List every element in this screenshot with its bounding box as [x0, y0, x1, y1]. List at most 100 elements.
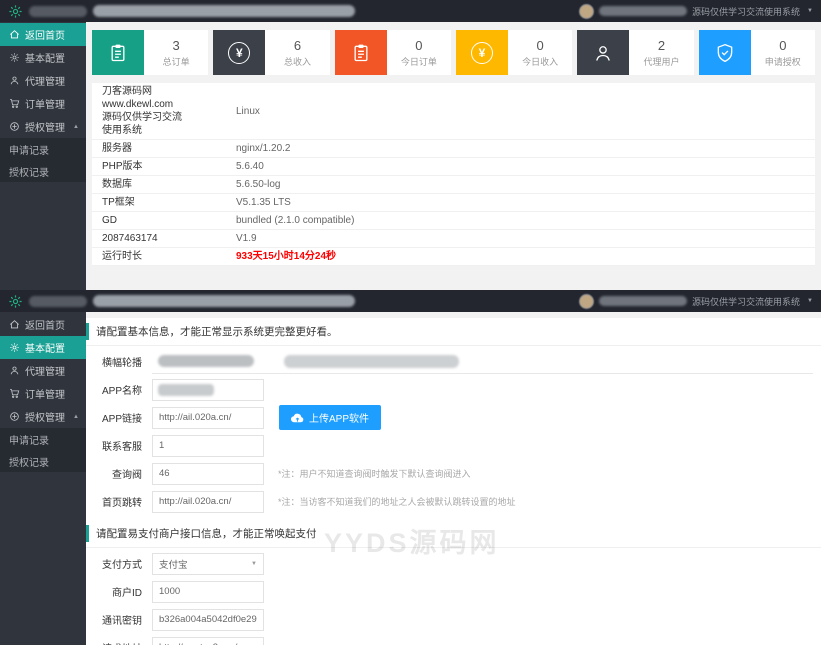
redacted-brand-text [29, 5, 87, 17]
sidebar-item-orders[interactable]: 订单管理 [0, 382, 86, 405]
home-jump-label: 首页跳转 [102, 498, 142, 509]
cart-icon [10, 99, 20, 108]
user-suffix-label: 源码仅供学习交流使用系统 [692, 296, 801, 307]
circle-auth-icon [10, 122, 19, 131]
sidebar-item-basic-config[interactable]: 基本配置 [0, 46, 86, 69]
form-row-home-jump: 首页跳转 *注：当访客不知道我们的地址之人会被默认跳转设置的地址 [86, 489, 821, 514]
info-value: 5.6.50-log [236, 179, 281, 190]
form-row-merchant: 商户ID [86, 579, 821, 604]
sidebar-item-agents[interactable]: 代理管理 [0, 69, 86, 92]
settings-panel: 请配置基本信息，才能正常显示系统更完整更好看。 横幅轮播 APP名称 APP链接… [86, 318, 821, 645]
pay-method-label: 支付方式 [102, 560, 142, 571]
table-row: 运行时长 933天15小时14分24秒 [92, 248, 815, 266]
table-row: GD bundled (2.1.0 compatible) [92, 212, 815, 230]
redacted-site-title [93, 295, 355, 307]
sidebar-item-agents[interactable]: 代理管理 [0, 359, 86, 382]
form-row-query: 查询阀 *注：用户不知道查询阀时触发下默认查询阀进入 [86, 461, 821, 486]
redacted-banner-value [284, 354, 459, 368]
stat-card-apply-auth: 0 申请授权 [698, 30, 815, 75]
circle-auth-icon [10, 412, 19, 421]
dashboard-layout: 返回首页 基本配置 代理管理 订单管理 授权管理 ▲ 申请记录 授权记录 3 总… [0, 22, 821, 290]
dashboard-screenshot: 源码仅供学习交流使用系统 ▼ 返回首页 基本配置 代理管理 订单管理 授权管理 … [0, 0, 821, 290]
sidebar-subitem-auth-records[interactable]: 授权记录 [0, 450, 86, 472]
stat-label: 代理用户 [643, 56, 680, 67]
pay-method-value: 支付宝 [159, 559, 188, 571]
contact-label: 联系客服 [102, 442, 142, 453]
merchant-input[interactable] [152, 580, 264, 603]
sidebar-item-authorization[interactable]: 授权管理 ▲ [0, 115, 86, 138]
form-row-pay-method: 支付方式 支付宝 ▼ [86, 551, 821, 576]
table-row: TP框架 V5.1.35 LTS [92, 194, 815, 212]
logo-gear-icon [9, 4, 22, 18]
stat-card-agent-users: 2 代理用户 [577, 30, 694, 75]
page-root: 源码仅供学习交流使用系统 ▼ 返回首页 基本配置 代理管理 订单管理 授权管理 … [0, 0, 821, 645]
stat-card-today-orders: 0 今日订单 [334, 30, 451, 75]
comm-key-input[interactable] [152, 608, 264, 631]
stat-label: 今日订单 [400, 56, 437, 67]
system-info-table: 刀客源码网 www.dkewl.com 源码仅供学习交流 使用系统 Linux … [92, 83, 815, 266]
chevron-down-icon: ▼ [807, 8, 813, 14]
stat-label: 申请授权 [764, 56, 801, 67]
stat-value: 0 [779, 37, 787, 53]
app-link-input[interactable] [152, 406, 264, 429]
form-row-app-link: APP链接 上传APP软件 [86, 405, 821, 430]
form-row-app-name: APP名称 [86, 377, 821, 402]
stat-value: 3 [172, 37, 180, 53]
sidebar-item-label: 返回首页 [25, 321, 65, 332]
home-icon [10, 30, 19, 39]
user-dropdown[interactable]: 源码仅供学习交流使用系统 ▼ [579, 3, 813, 19]
yen-icon: ¥ [455, 30, 508, 75]
banner-field[interactable] [152, 350, 813, 374]
sidebar-item-orders[interactable]: 订单管理 [0, 92, 86, 115]
sidebar-item-label: 代理管理 [25, 367, 65, 378]
select-arrow-icon: ▼ [251, 560, 257, 567]
user-icon [10, 366, 19, 375]
form-row-key: 通讯密钥 [86, 607, 821, 632]
table-row: PHP版本 5.6.40 [92, 158, 815, 176]
gear-icon [10, 343, 19, 352]
upload-app-button[interactable]: 上传APP软件 [279, 405, 382, 430]
section-pay-header: 请配置易支付商户接口信息，才能正常唤起支付 [86, 520, 821, 548]
table-row: 2087463174 V1.9 [92, 230, 815, 248]
sidebar-subitem-label: 授权记录 [9, 457, 49, 469]
user-icon [577, 30, 630, 75]
settings-layout: 返回首页 基本配置 代理管理 订单管理 授权管理 ▲ 申请记录 授权记录 请配置… [0, 312, 821, 645]
contact-input[interactable] [152, 434, 264, 457]
top-navbar: 源码仅供学习交流使用系统 ▼ [0, 290, 821, 312]
sidebar-subitem-label: 授权记录 [9, 167, 49, 179]
clipboard-icon [92, 30, 144, 75]
sidebar-item-authorization[interactable]: 授权管理 ▲ [0, 405, 86, 428]
stat-value: 0 [536, 37, 544, 53]
form-row-contact: 联系客服 [86, 433, 821, 458]
sidebar-item-basic-config[interactable]: 基本配置 [0, 336, 86, 359]
redacted-username [599, 6, 688, 16]
info-label: 服务器 [102, 143, 132, 154]
sidebar-submenu: 申请记录 授权记录 [0, 428, 86, 472]
sidebar-subitem-apply-records[interactable]: 申请记录 [0, 428, 86, 450]
info-label: GD [102, 215, 117, 226]
stat-label: 总收入 [283, 56, 311, 67]
sidebar-item-home[interactable]: 返回首页 [0, 313, 86, 336]
request-url-input[interactable] [152, 636, 264, 645]
redacted-app-name [158, 383, 214, 396]
user-dropdown[interactable]: 源码仅供学习交流使用系统 ▼ [579, 293, 813, 309]
info-label: 2087463174 [102, 233, 158, 244]
query-note: *注：用户不知道查询阀时触发下默认查询阀进入 [278, 469, 471, 479]
stat-card-total-orders: 3 总订单 [92, 30, 209, 75]
sidebar-subitem-apply-records[interactable]: 申请记录 [0, 138, 86, 160]
banner-label: 横幅轮播 [102, 358, 142, 369]
avatar [579, 293, 595, 309]
sidebar-item-label: 订单管理 [25, 100, 65, 111]
pay-method-select[interactable]: 支付宝 ▼ [152, 552, 264, 575]
sidebar-submenu: 申请记录 授权记录 [0, 138, 86, 182]
app-name-field[interactable] [152, 378, 264, 401]
stat-label: 总订单 [162, 56, 190, 67]
home-jump-input[interactable] [152, 490, 264, 513]
sidebar-item-label: 基本配置 [25, 54, 65, 65]
sidebar-item-home[interactable]: 返回首页 [0, 23, 86, 46]
sidebar-subitem-label: 申请记录 [9, 435, 49, 447]
clipboard-icon [334, 30, 387, 75]
sidebar-subitem-auth-records[interactable]: 授权记录 [0, 160, 86, 182]
stat-value: 6 [293, 37, 302, 53]
query-input[interactable] [152, 462, 264, 485]
